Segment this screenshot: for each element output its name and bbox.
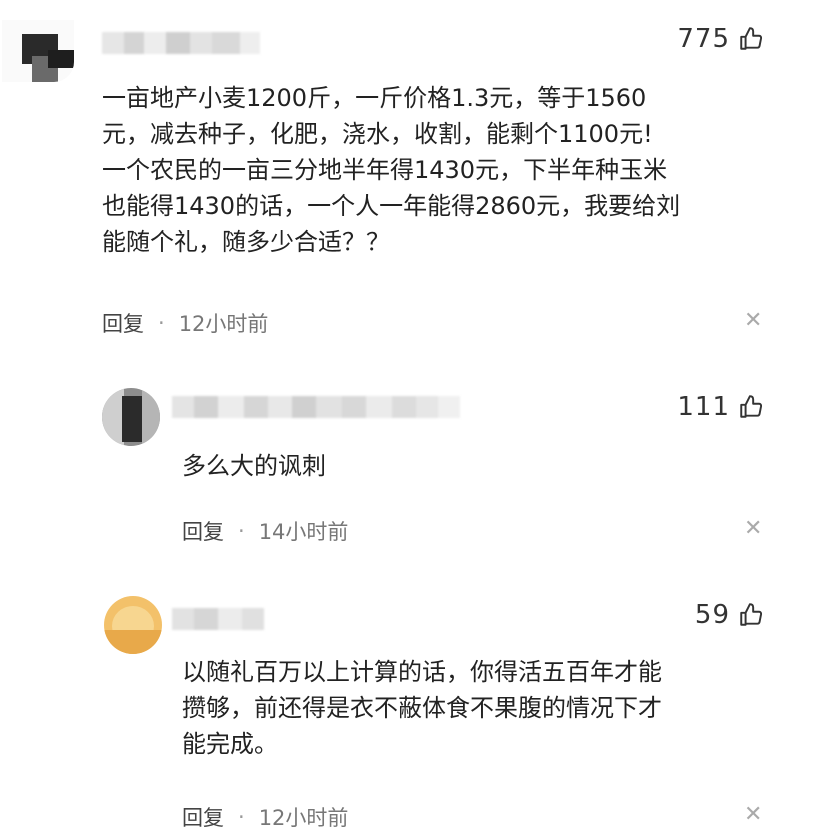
comment-meta: 回复 · 12小时前 [182,802,348,832]
thumbs-up-icon[interactable] [738,394,764,420]
comment-3: 59 以随礼百万以上计算的话，你得活五百年才能 攒够，前还得是衣不蔽体食不果腹的… [0,560,818,834]
comment-1: 775 一亩地产小麦1200斤，一斤价格1.3元，等于1560 元，减去种子，化… [0,0,818,360]
like-control[interactable]: 111 [677,392,764,422]
like-control[interactable]: 775 [677,24,764,54]
close-icon[interactable]: ✕ [744,516,762,541]
username[interactable] [172,608,264,630]
reply-button[interactable]: 回复 [182,516,224,546]
like-control[interactable]: 59 [695,600,764,630]
like-count: 59 [694,600,730,630]
avatar[interactable] [104,596,162,654]
avatar[interactable] [2,20,74,82]
comment-text: 一亩地产小麦1200斤，一斤价格1.3元，等于1560 元，减去种子，化肥，浇水… [102,84,681,256]
separator-dot: · [238,805,245,829]
timestamp: 14小时前 [258,520,349,544]
timestamp: 12小时前 [258,806,349,830]
like-count: 111 [677,392,730,422]
comment-text: 以随礼百万以上计算的话，你得活五百年才能 攒够，前还得是衣不蔽体食不果腹的情况下… [182,658,662,758]
timestamp: 12小时前 [178,312,269,336]
reply-button[interactable]: 回复 [182,802,224,832]
avatar[interactable] [102,388,160,446]
comment-text: 多么大的讽刺 [182,452,326,480]
close-icon[interactable]: ✕ [744,802,762,827]
reply-button[interactable]: 回复 [102,308,144,338]
thumbs-up-icon[interactable] [738,602,764,628]
comment-meta: 回复 · 12小时前 [102,308,268,338]
separator-dot: · [158,311,165,335]
like-count: 775 [677,24,730,54]
close-icon[interactable]: ✕ [744,308,762,333]
comment-2: 111 多么大的讽刺 回复 · 14小时前 ✕ [0,360,818,560]
username[interactable] [172,396,460,418]
username[interactable] [102,32,260,54]
comment-meta: 回复 · 14小时前 [182,516,348,546]
thumbs-up-icon[interactable] [738,26,764,52]
separator-dot: · [238,519,245,543]
